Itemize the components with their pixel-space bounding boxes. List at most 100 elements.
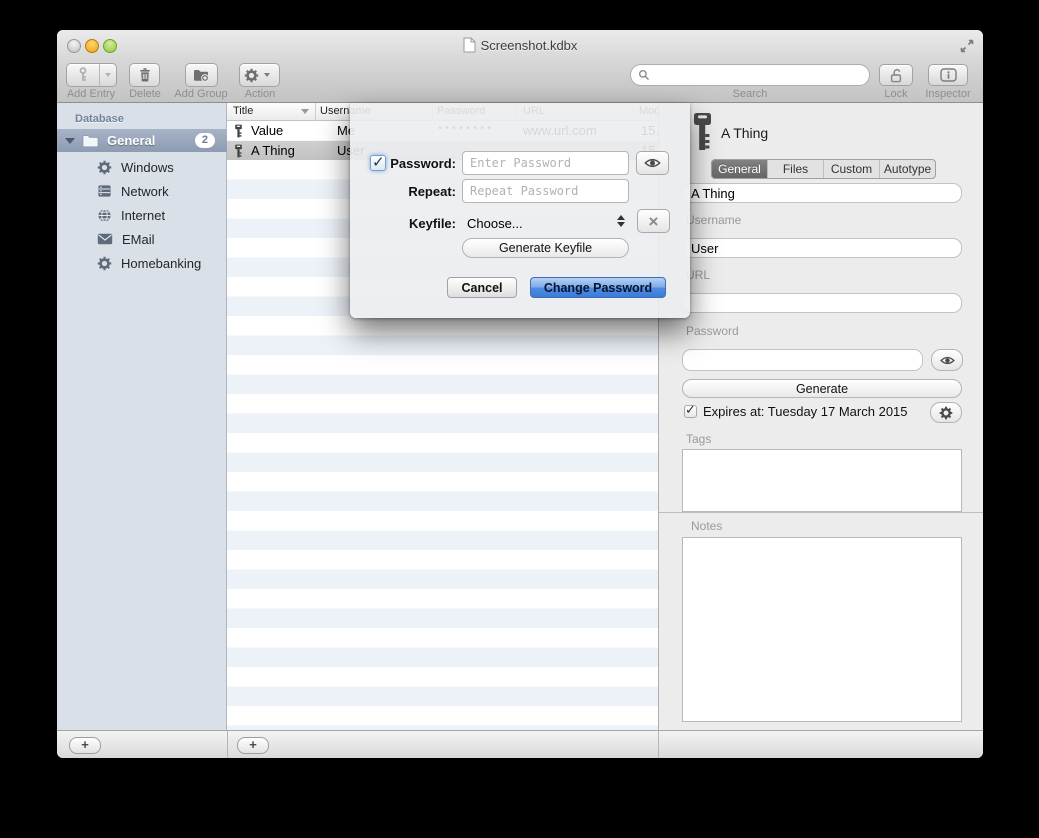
repeat-password-input[interactable] xyxy=(462,179,629,203)
sidebar-group-general[interactable]: General 2 xyxy=(57,129,227,152)
action-button[interactable] xyxy=(239,63,280,87)
sidebar-group-label: General xyxy=(107,133,155,148)
dialog-repeat-label: Repeat: xyxy=(360,184,456,199)
sidebar-item-label: Network xyxy=(121,184,169,199)
gear-icon xyxy=(939,406,953,420)
chevron-down-icon xyxy=(105,73,111,77)
dialog-keyfile-label: Keyfile: xyxy=(360,216,456,231)
eye-icon xyxy=(644,157,661,169)
lock-open-icon xyxy=(889,68,903,83)
keyfile-popup-stepper-icon[interactable] xyxy=(617,215,625,227)
dialog-password-label: Password: xyxy=(360,156,456,171)
expires-checkbox[interactable]: ✓ xyxy=(684,405,697,418)
action-label: Action xyxy=(245,88,276,100)
footer-bar: + + xyxy=(57,730,983,758)
sidebar-item-homebanking[interactable]: Homebanking xyxy=(57,251,227,275)
add-entry-label: Add Entry xyxy=(67,88,115,100)
url-field[interactable] xyxy=(682,293,962,313)
generate-keyfile-button[interactable]: Generate Keyfile xyxy=(462,238,629,258)
disclosure-triangle-icon[interactable] xyxy=(65,138,75,144)
add-entry-button[interactable] xyxy=(66,63,117,87)
notes-label: Notes xyxy=(691,519,722,533)
add-group-label: Add Group xyxy=(174,88,227,100)
trash-icon xyxy=(138,67,152,83)
sidebar-section-header: Database xyxy=(75,113,124,125)
tags-input[interactable] xyxy=(682,449,962,512)
username-field[interactable] xyxy=(682,238,962,258)
username-label: Username xyxy=(686,213,741,227)
add-entry-dropdown[interactable] xyxy=(100,73,116,77)
sidebar: Database General 2 Windows xyxy=(57,103,227,730)
document-icon xyxy=(463,37,476,53)
inspector-entry-title: A Thing xyxy=(721,125,768,141)
show-password-button[interactable] xyxy=(931,349,963,371)
show-password-button[interactable] xyxy=(636,151,669,175)
expires-settings-button[interactable] xyxy=(930,402,962,423)
search-field[interactable] xyxy=(630,64,870,86)
globe-icon xyxy=(97,208,112,223)
group-count-badge: 2 xyxy=(195,133,215,148)
entry-title: Value xyxy=(251,123,283,138)
inspector-split-divider[interactable] xyxy=(659,512,983,513)
key-icon xyxy=(691,112,714,151)
sidebar-item-internet[interactable]: Internet xyxy=(57,203,227,227)
sidebar-item-network[interactable]: Network xyxy=(57,179,227,203)
delete-button[interactable] xyxy=(129,63,160,87)
sidebar-item-email[interactable]: EMail xyxy=(57,227,227,251)
checkmark-icon: ✓ xyxy=(685,403,696,418)
app-window: Screenshot.kdbx Add xyxy=(57,30,983,758)
title-field[interactable] xyxy=(682,183,962,203)
tab-files[interactable]: Files xyxy=(767,160,823,178)
search-icon xyxy=(638,69,650,81)
new-password-input[interactable] xyxy=(462,151,629,175)
sidebar-item-label: Windows xyxy=(121,160,174,175)
close-icon: × xyxy=(649,213,659,230)
entry-title: A Thing xyxy=(251,143,295,158)
search-input[interactable] xyxy=(654,66,869,84)
search-label: Search xyxy=(733,88,768,100)
add-group-button[interactable] xyxy=(185,63,218,87)
titlebar: Screenshot.kdbx xyxy=(57,30,983,60)
clear-keyfile-button[interactable]: × xyxy=(637,209,670,233)
tab-autotype[interactable]: Autotype xyxy=(879,160,935,178)
sidebar-item-windows[interactable]: Windows xyxy=(57,155,227,179)
chevron-down-icon xyxy=(264,73,270,77)
keyfile-popup-value[interactable]: Choose... xyxy=(467,216,523,231)
key-icon xyxy=(233,144,244,158)
generate-password-button[interactable]: Generate xyxy=(682,379,962,398)
inspector-panel: A Thing General Files Custom Autotype Us… xyxy=(658,103,983,730)
notes-input[interactable] xyxy=(682,537,962,722)
key-icon xyxy=(233,124,244,138)
server-icon xyxy=(97,184,112,198)
inspector-button[interactable] xyxy=(928,64,968,86)
tab-custom[interactable]: Custom xyxy=(823,160,879,178)
add-entry-footer-button[interactable]: + xyxy=(237,737,269,754)
gear-icon xyxy=(97,256,112,271)
key-icon xyxy=(76,67,90,83)
password-field[interactable] xyxy=(682,349,923,371)
screen: Screenshot.kdbx Add xyxy=(0,0,1039,838)
window-title: Screenshot.kdbx xyxy=(481,38,578,53)
fullscreen-icon[interactable] xyxy=(959,38,975,54)
toolbar: Add Entry Delete Add Group xyxy=(57,60,983,103)
inspector-label: Inspector xyxy=(925,88,970,100)
column-header-title[interactable]: Title xyxy=(233,105,253,117)
cancel-button[interactable]: Cancel xyxy=(447,277,517,298)
password-label: Password xyxy=(686,324,739,338)
delete-label: Delete xyxy=(129,88,161,100)
add-group-footer-button[interactable]: + xyxy=(69,737,101,754)
change-password-button[interactable]: Change Password xyxy=(530,277,666,298)
lock-button[interactable] xyxy=(879,64,913,86)
tab-general[interactable]: General xyxy=(712,160,767,178)
sidebar-item-label: EMail xyxy=(122,232,155,247)
gear-icon xyxy=(244,68,259,83)
sort-indicator-icon xyxy=(301,109,309,114)
expires-label: Expires at: Tuesday 17 March 2015 xyxy=(703,404,908,419)
tags-label: Tags xyxy=(686,432,711,446)
info-icon xyxy=(940,68,957,82)
lock-label: Lock xyxy=(884,88,907,100)
window-title-area: Screenshot.kdbx xyxy=(57,30,983,60)
eye-icon xyxy=(940,355,955,366)
folder-icon xyxy=(82,134,99,148)
sidebar-item-label: Homebanking xyxy=(121,256,201,271)
